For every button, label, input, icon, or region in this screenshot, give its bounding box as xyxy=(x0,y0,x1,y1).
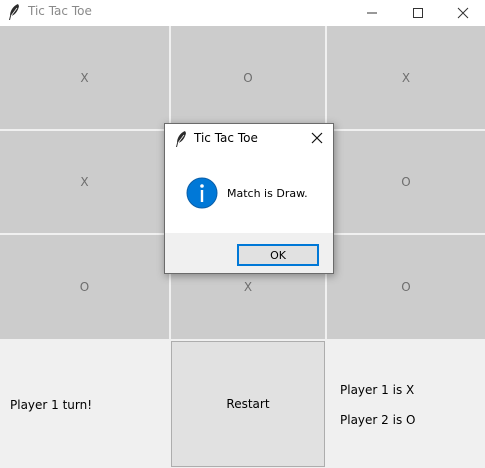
dialog-message: Match is Draw. xyxy=(227,187,308,200)
maximize-button[interactable] xyxy=(395,0,441,26)
restart-button[interactable]: Restart xyxy=(171,341,325,467)
feather-icon xyxy=(175,130,187,148)
minimize-icon xyxy=(366,4,378,23)
cell-mark: X xyxy=(80,70,89,85)
board-cell-1[interactable]: X xyxy=(0,26,169,129)
board-cell-7[interactable]: O xyxy=(0,235,169,339)
board-cell-2[interactable]: O xyxy=(171,26,325,129)
ok-button[interactable]: OK xyxy=(237,244,319,266)
dialog-title: Tic Tac Toe xyxy=(194,131,258,145)
cell-mark: X xyxy=(243,280,253,294)
app-window: Tic Tac Toe X O X X O O X O Player 1 tur… xyxy=(0,0,485,468)
cell-mark: X xyxy=(401,70,411,85)
board-cell-6[interactable]: O xyxy=(327,131,485,233)
cell-mark: O xyxy=(243,70,253,85)
cell-mark: O xyxy=(79,280,90,294)
title-bar: Tic Tac Toe xyxy=(0,0,485,26)
dialog-close-button[interactable] xyxy=(309,130,325,146)
turn-label: Player 1 turn! xyxy=(10,398,93,412)
player1-label: Player 1 is X xyxy=(340,383,415,397)
board-cell-3[interactable]: X xyxy=(327,26,485,129)
cell-mark: O xyxy=(401,280,411,294)
cell-mark: O xyxy=(401,175,411,189)
board-cell-9[interactable]: O xyxy=(327,235,485,339)
close-button[interactable] xyxy=(440,0,485,26)
ok-label: OK xyxy=(270,248,286,262)
window-title: Tic Tac Toe xyxy=(28,4,92,18)
restart-label: Restart xyxy=(226,397,270,411)
close-icon xyxy=(457,4,469,23)
feather-icon xyxy=(7,3,21,21)
close-icon xyxy=(309,131,325,150)
dialog-footer: OK xyxy=(165,233,333,273)
maximize-icon xyxy=(412,4,424,23)
cell-mark: X xyxy=(80,175,89,189)
board-cell-4[interactable]: X xyxy=(0,131,169,233)
info-icon xyxy=(186,177,218,209)
minimize-button[interactable] xyxy=(349,0,395,26)
player2-label: Player 2 is O xyxy=(340,413,416,427)
draw-dialog: Tic Tac Toe Match is Draw. OK xyxy=(164,123,334,274)
